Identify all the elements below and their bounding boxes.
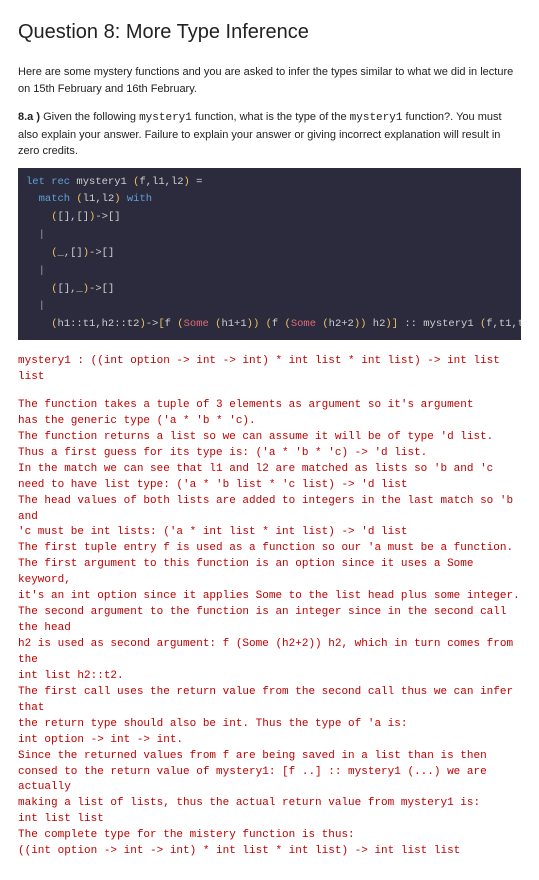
code-block: let rec mystery1 (f,l1,l2) = match (l1,l…: [18, 168, 521, 341]
prompt-mid: function, what is the type of the: [192, 111, 350, 123]
prompt-pre: Given the following: [40, 111, 139, 123]
question-title: Question 8: More Type Inference: [18, 18, 521, 46]
intro-text: Here are some mystery functions and you …: [18, 64, 521, 97]
answer-signature: mystery1 : ((int option -> int -> int) *…: [18, 354, 521, 386]
answer-body: The function takes a tuple of 3 elements…: [18, 398, 521, 860]
prompt-fn2: mystery1: [350, 112, 403, 124]
prompt-fn1: mystery1: [139, 112, 192, 124]
question-prompt: 8.a ) Given the following mystery1 funct…: [18, 109, 521, 160]
prompt-label: 8.a ): [18, 111, 40, 123]
